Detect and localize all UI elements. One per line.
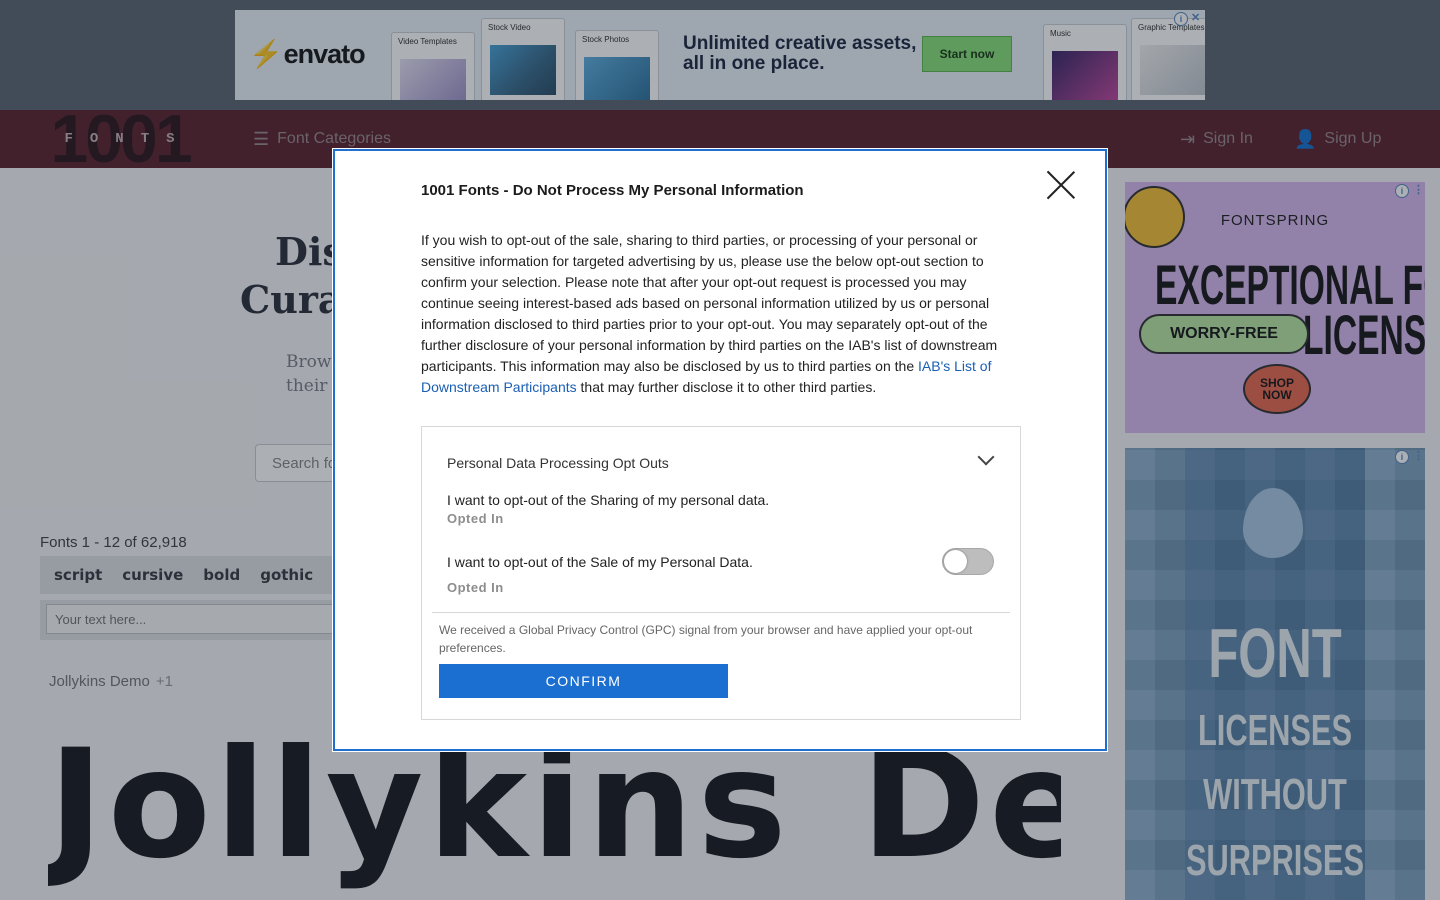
gpc-notice: We received a Global Privacy Control (GP…	[439, 623, 973, 655]
opt-sharing-status: Opted In	[447, 511, 504, 526]
opt-out-section: Personal Data Processing Opt Outs I want…	[421, 426, 1021, 720]
opt-sale-status: Opted In	[447, 580, 504, 595]
dialog-body: If you wish to opt-out of the sale, shar…	[421, 230, 1021, 398]
dialog-title: 1001 Fonts - Do Not Process My Personal …	[421, 182, 804, 199]
close-icon[interactable]	[1045, 169, 1077, 201]
chevron-down-icon[interactable]	[977, 448, 995, 466]
opt-out-section-title[interactable]: Personal Data Processing Opt Outs	[447, 455, 669, 471]
opt-sale-label: I want to opt-out of the Sale of my Pers…	[447, 554, 753, 570]
privacy-opt-out-dialog: 1001 Fonts - Do Not Process My Personal …	[332, 148, 1108, 752]
dialog-body-text: If you wish to opt-out of the sale, shar…	[421, 232, 998, 374]
dialog-body-end: that may further disclose it to other th…	[580, 379, 877, 395]
opt-sale-toggle[interactable]	[942, 548, 994, 575]
toggle-knob	[944, 550, 967, 573]
divider	[432, 612, 1010, 613]
confirm-button[interactable]: CONFIRM	[439, 664, 728, 698]
opt-sharing-label: I want to opt-out of the Sharing of my p…	[447, 492, 770, 508]
